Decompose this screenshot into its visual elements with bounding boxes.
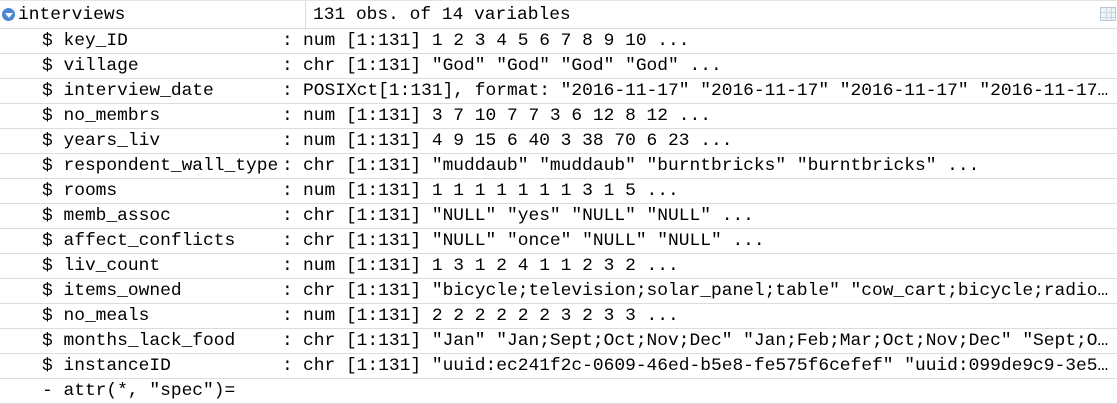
variable-value: num [1:131] 2 2 2 2 2 2 3 2 3 3 ... — [303, 306, 679, 326]
variable-name: $ no_membrs — [42, 106, 161, 126]
variable-row: $ years_liv: num [1:131] 4 9 15 6 40 3 38… — [0, 129, 1117, 154]
environment-object-row[interactable]: interviews 131 obs. of 14 variables — [0, 0, 1117, 30]
variable-value: num [1:131] 1 1 1 1 1 1 1 3 1 5 ... — [303, 181, 679, 201]
variable-value: POSIXct[1:131], format: "2016-11-17" "20… — [303, 81, 1109, 101]
separator: : — [282, 281, 293, 301]
variable-name: $ key_ID — [42, 31, 128, 51]
variable-row: $ interview_date: POSIXct[1:131], format:… — [0, 79, 1117, 104]
variable-row: $ rooms: num [1:131] 1 1 1 1 1 1 1 3 1 5 … — [0, 179, 1117, 204]
object-summary: 131 obs. of 14 variables — [313, 5, 571, 25]
separator: : — [282, 81, 293, 101]
variable-value: num [1:131] 1 3 1 2 4 1 1 2 3 2 ... — [303, 256, 679, 276]
collapse-icon[interactable] — [2, 8, 15, 21]
separator: : — [282, 306, 293, 326]
variable-name: $ rooms — [42, 181, 118, 201]
separator: : — [282, 206, 293, 226]
variable-value: chr [1:131] "Jan" "Jan;Sept;Oct;Nov;Dec"… — [303, 331, 1109, 351]
variable-name: $ interview_date — [42, 81, 214, 101]
attr-row: - attr(*, "spec")= — [0, 379, 1117, 404]
variable-row: $ key_ID: num [1:131] 1 2 3 4 5 6 7 8 9 1… — [0, 29, 1117, 54]
variable-name: $ memb_assoc — [42, 206, 171, 226]
separator: : — [282, 31, 293, 51]
variable-value: num [1:131] 4 9 15 6 40 3 38 70 6 23 ... — [303, 131, 733, 151]
variable-name: $ instanceID — [42, 356, 171, 376]
separator: : — [282, 156, 293, 176]
view-data-grid-icon[interactable] — [1100, 7, 1116, 21]
variable-name: $ affect_conflicts — [42, 231, 236, 251]
variable-value: chr [1:131] "muddaub" "muddaub" "burntbr… — [303, 156, 980, 176]
variable-value: chr [1:131] "uuid:ec241f2c-0609-46ed-b5e… — [303, 356, 1109, 376]
variable-row: $ affect_conflicts: chr [1:131] "NULL" "o… — [0, 229, 1117, 254]
separator: : — [282, 231, 293, 251]
separator: : — [282, 181, 293, 201]
variable-row: $ no_meals: num [1:131] 2 2 2 2 2 2 3 2 3… — [0, 304, 1117, 329]
variable-name: $ liv_count — [42, 256, 161, 276]
variable-list: $ key_ID: num [1:131] 1 2 3 4 5 6 7 8 9 1… — [0, 29, 1117, 404]
variable-row: $ village: chr [1:131] "God" "God" "God" … — [0, 54, 1117, 79]
variable-name: $ no_meals — [42, 306, 150, 326]
variable-value: chr [1:131] "NULL" "yes" "NULL" "NULL" .… — [303, 206, 754, 226]
variable-value: chr [1:131] "NULL" "once" "NULL" "NULL" … — [303, 231, 765, 251]
column-divider — [305, 1, 306, 30]
separator: : — [282, 356, 293, 376]
separator: : — [282, 131, 293, 151]
variable-value: num [1:131] 3 7 10 7 7 3 6 12 8 12 ... — [303, 106, 711, 126]
variable-name: $ items_owned — [42, 281, 182, 301]
variable-value: num [1:131] 1 2 3 4 5 6 7 8 9 10 ... — [303, 31, 690, 51]
separator: : — [282, 56, 293, 76]
variable-row: $ memb_assoc: chr [1:131] "NULL" "yes" "N… — [0, 204, 1117, 229]
separator: : — [282, 106, 293, 126]
variable-row: $ instanceID: chr [1:131] "uuid:ec241f2c-… — [0, 354, 1117, 379]
variable-row: $ respondent_wall_type: chr [1:131] "mudd… — [0, 154, 1117, 179]
attr-spec-label: - attr(*, "spec")= — [42, 381, 236, 401]
variable-name: $ respondent_wall_type — [42, 156, 279, 176]
object-name: interviews — [18, 5, 126, 25]
variable-value: chr [1:131] "God" "God" "God" "God" ... — [303, 56, 722, 76]
separator: : — [282, 331, 293, 351]
variable-name: $ months_lack_food — [42, 331, 236, 351]
variable-name: $ years_liv — [42, 131, 161, 151]
variable-name: $ village — [42, 56, 139, 76]
variable-row: $ liv_count: num [1:131] 1 3 1 2 4 1 1 2 … — [0, 254, 1117, 279]
separator: : — [282, 256, 293, 276]
variable-value: chr [1:131] "bicycle;television;solar_pa… — [303, 281, 1109, 301]
variable-row: $ no_membrs: num [1:131] 3 7 10 7 7 3 6 1… — [0, 104, 1117, 129]
variable-row: $ months_lack_food: chr [1:131] "Jan" "Ja… — [0, 329, 1117, 354]
variable-row: $ items_owned: chr [1:131] "bicycle;telev… — [0, 279, 1117, 304]
